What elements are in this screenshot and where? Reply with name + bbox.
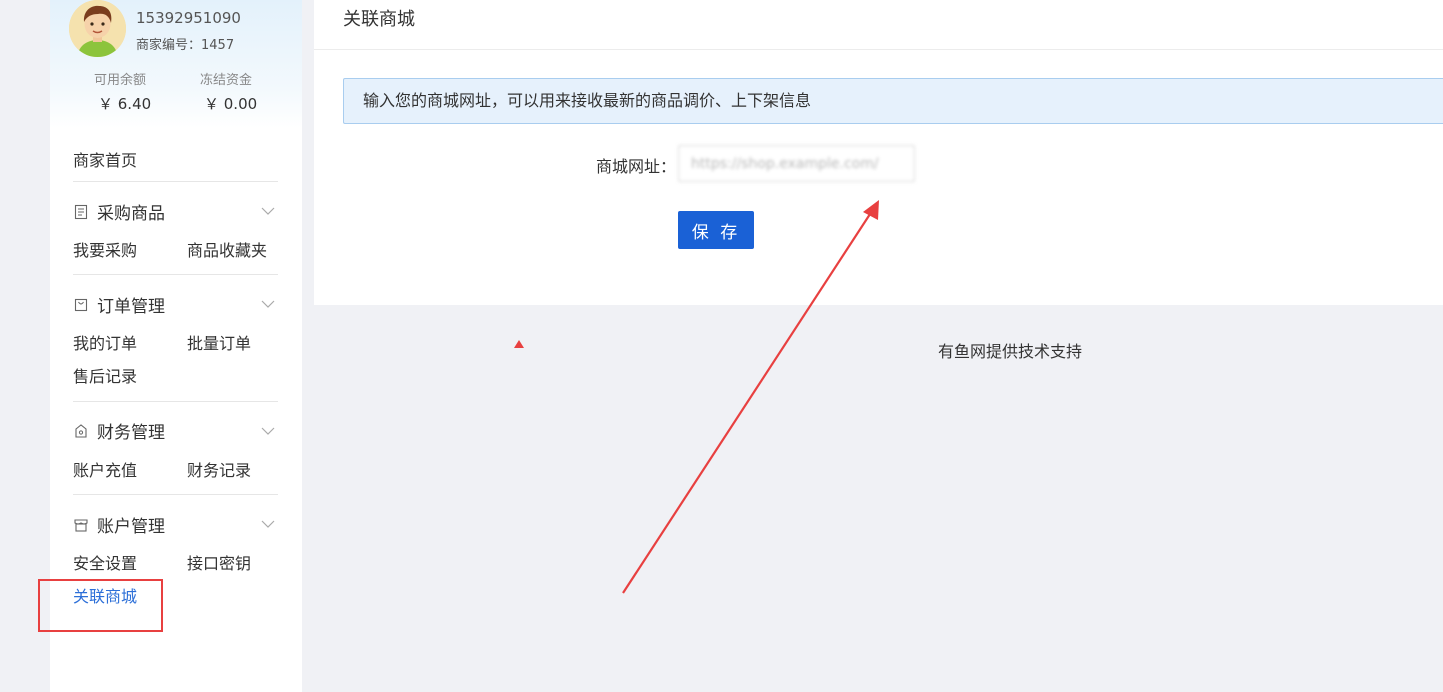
divider bbox=[73, 274, 278, 275]
nav-item-after-sales[interactable]: 售后记录 bbox=[73, 363, 137, 387]
group-orders-label: 订单管理 bbox=[97, 297, 165, 317]
divider bbox=[73, 401, 278, 402]
chevron-down-icon[interactable] bbox=[260, 426, 276, 436]
save-button[interactable]: 保 存 bbox=[678, 211, 754, 249]
group-account[interactable]: 账户管理 bbox=[73, 512, 165, 537]
profile-panel: 15392951090 商家编号：1457 可用余额 冻结资金 ￥ 6.40 ￥… bbox=[50, 0, 302, 128]
info-notice: 输入您的商城网址，可以用来接收最新的商品调价、上下架信息 bbox=[343, 78, 1443, 124]
page-title: 关联商城 bbox=[343, 9, 415, 30]
chevron-down-icon[interactable] bbox=[260, 519, 276, 529]
mall-url-label: 商城网址： bbox=[596, 157, 677, 176]
group-purchase[interactable]: 采购商品 bbox=[73, 199, 165, 224]
group-finance[interactable]: 财务管理 bbox=[73, 418, 165, 443]
nav-item-security[interactable]: 安全设置 bbox=[73, 550, 137, 574]
available-balance-value: ￥ 6.40 bbox=[98, 95, 152, 113]
store-icon bbox=[74, 518, 88, 532]
annotation-triangle-icon bbox=[514, 340, 524, 348]
avatar-icon bbox=[69, 0, 126, 57]
mall-url-input[interactable] bbox=[678, 145, 915, 182]
available-balance-label: 可用余额 bbox=[94, 73, 147, 88]
group-finance-label: 财务管理 bbox=[97, 423, 165, 443]
avatar[interactable] bbox=[69, 0, 126, 57]
nav-item-batch-orders[interactable]: 批量订单 bbox=[187, 330, 251, 354]
divider bbox=[73, 181, 278, 182]
chevron-down-icon[interactable] bbox=[260, 299, 276, 309]
frozen-funds-value: ￥ 0.00 bbox=[204, 95, 258, 113]
footer-credit: 有鱼网提供技术支持 bbox=[938, 342, 1083, 361]
divider bbox=[314, 49, 1443, 50]
nav-item-finance-records[interactable]: 财务记录 bbox=[187, 457, 251, 481]
chevron-down-icon[interactable] bbox=[260, 206, 276, 216]
main-panel: 关联商城 输入您的商城网址，可以用来接收最新的商品调价、上下架信息 商城网址： … bbox=[314, 0, 1443, 305]
divider bbox=[73, 494, 278, 495]
group-account-label: 账户管理 bbox=[97, 517, 165, 537]
group-purchase-label: 采购商品 bbox=[97, 204, 165, 224]
nav-item-favorites[interactable]: 商品收藏夹 bbox=[187, 237, 267, 261]
bag-icon bbox=[74, 298, 88, 311]
nav-merchant-home[interactable]: 商家首页 bbox=[73, 147, 137, 171]
nav-item-purchase[interactable]: 我要采购 bbox=[73, 237, 137, 261]
group-orders[interactable]: 订单管理 bbox=[73, 292, 165, 317]
wallet-icon bbox=[75, 423, 87, 438]
nav-item-recharge[interactable]: 账户充值 bbox=[73, 457, 137, 481]
nav-item-api-key[interactable]: 接口密钥 bbox=[187, 550, 251, 574]
annotation-highlight-box bbox=[38, 579, 163, 632]
nav-item-my-orders[interactable]: 我的订单 bbox=[73, 330, 137, 354]
merchant-id: 商家编号：1457 bbox=[136, 38, 235, 53]
phone-number: 15392951090 bbox=[136, 9, 241, 27]
frozen-funds-label: 冻结资金 bbox=[200, 73, 253, 88]
document-icon bbox=[74, 204, 88, 219]
